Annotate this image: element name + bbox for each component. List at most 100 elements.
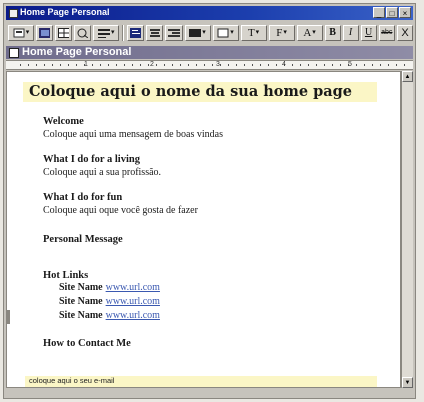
ruler-number: 1	[84, 61, 88, 68]
minimize-button[interactable]: _	[373, 7, 385, 18]
section-title: Personal Message	[43, 234, 123, 245]
ruler-tick	[364, 64, 365, 66]
scroll-up-icon[interactable]: ▲	[402, 71, 413, 82]
maximize-button[interactable]: □	[386, 7, 398, 18]
list-item: Site Name www.url.com	[59, 309, 160, 323]
page-heading-text: Coloque aqui o nome da sua home page	[29, 83, 352, 100]
ruler-tick	[116, 64, 117, 66]
close-button[interactable]: ×	[399, 7, 411, 18]
email-field[interactable]: coloque aqui o seu e-mail	[25, 376, 377, 387]
section-welcome[interactable]: Welcome Coloque aqui uma mensagem de boa…	[43, 116, 223, 140]
font-label: F	[276, 27, 283, 39]
close-document-button[interactable]: X	[397, 25, 413, 41]
list-button[interactable]: ▾	[93, 25, 120, 41]
ruler-tick	[388, 64, 389, 66]
underline-button[interactable]: U	[360, 25, 377, 41]
ruler-number: 2	[150, 61, 154, 68]
scroll-down-icon[interactable]: ▼	[402, 377, 413, 388]
list-item: Site Name www.url.com	[59, 281, 160, 295]
close-label: X	[401, 27, 409, 39]
size-label: A	[303, 27, 312, 39]
site-link[interactable]: www.url.com	[106, 296, 160, 307]
strike-label: abc	[381, 29, 393, 36]
ruler-tick	[276, 64, 277, 66]
app-window: Home Page Personal _ □ × ▾ ▾ ▾ ▾ T ▾ F ▾…	[3, 3, 416, 399]
border-icon	[217, 28, 229, 38]
ruler-tick	[132, 64, 133, 66]
bold-button[interactable]: B	[324, 25, 341, 41]
ruler-tick	[92, 64, 93, 66]
document-title-bar[interactable]: Home Page Personal	[6, 46, 413, 59]
grid-icon	[58, 28, 70, 38]
ruler-tick	[236, 64, 237, 66]
grid-button[interactable]	[55, 25, 73, 41]
section-title: Welcome	[43, 116, 84, 127]
ruler-tick	[372, 64, 373, 66]
section-living[interactable]: What I do for a living Coloque aqui a su…	[43, 154, 161, 178]
section-fun[interactable]: What I do for fun Coloque aqui oque você…	[43, 192, 198, 216]
italic-label: I	[348, 27, 353, 38]
site-link[interactable]: www.url.com	[106, 282, 160, 293]
fill-color-button[interactable]: ▾	[184, 25, 211, 41]
ruler-tick	[172, 64, 173, 66]
ruler-tick	[156, 64, 157, 66]
text-t-label: T	[247, 27, 255, 39]
ruler-tick	[20, 64, 21, 66]
section-body: Coloque aqui a sua profissão.	[43, 167, 162, 178]
style-button[interactable]: ▾	[8, 25, 34, 41]
ruler-number: 4	[282, 61, 286, 68]
section-body: Coloque aqui oque você gosta de fazer	[43, 205, 198, 216]
document-canvas[interactable]: Coloque aqui o nome da sua home page Wel…	[6, 71, 401, 388]
site-name: Site Name	[59, 296, 103, 307]
ruler-tick	[404, 64, 405, 66]
image-button[interactable]	[36, 25, 54, 41]
email-text: coloque aqui o seu e-mail	[29, 376, 115, 385]
border-button[interactable]: ▾	[212, 25, 239, 41]
ruler-tick	[44, 64, 45, 66]
brush-button[interactable]	[74, 25, 92, 41]
italic-button[interactable]: I	[342, 25, 359, 41]
strikethrough-button[interactable]: abc	[378, 25, 395, 41]
align-left-icon	[130, 28, 142, 38]
ruler-tick	[356, 64, 357, 66]
align-left-button[interactable]	[127, 25, 145, 41]
ruler-tick	[188, 64, 189, 66]
ruler-number: 5	[348, 61, 352, 68]
ruler-tick	[164, 64, 165, 66]
list-icon	[98, 29, 111, 38]
margin-marker	[7, 310, 10, 324]
fill-color-icon	[189, 29, 202, 37]
title-bar[interactable]: Home Page Personal _ □ ×	[6, 6, 413, 20]
document-title: Home Page Personal	[22, 46, 132, 58]
ruler-tick	[332, 64, 333, 66]
brush-icon	[77, 28, 89, 38]
ruler-tick	[292, 64, 293, 66]
ruler[interactable]: 1 2 3 4 5	[6, 60, 413, 70]
ruler-tick	[60, 64, 61, 66]
vertical-scrollbar[interactable]: ▲ ▼	[401, 71, 413, 388]
font-button[interactable]: F ▾	[268, 25, 295, 41]
window-title: Home Page Personal	[20, 7, 110, 17]
site-link[interactable]: www.url.com	[106, 310, 160, 321]
ruler-tick	[76, 64, 77, 66]
page-heading[interactable]: Coloque aqui o nome da sua home page	[23, 82, 377, 102]
document-icon	[9, 48, 19, 58]
ruler-tick	[340, 64, 341, 66]
ruler-tick	[28, 64, 29, 66]
app-icon	[9, 9, 18, 18]
text-color-button[interactable]: T ▾	[240, 25, 267, 41]
align-center-button[interactable]	[146, 25, 164, 41]
align-right-icon	[168, 29, 180, 37]
ruler-tick	[140, 64, 141, 66]
ruler-tick	[308, 64, 309, 66]
ruler-tick	[68, 64, 69, 66]
ruler-tick	[204, 64, 205, 66]
font-size-button[interactable]: A ▾	[296, 25, 323, 41]
section-title: What I do for a living	[43, 154, 140, 165]
ruler-tick	[220, 64, 221, 66]
section-personal-message[interactable]: Personal Message	[43, 234, 123, 245]
ruler-tick	[380, 64, 381, 66]
align-right-button[interactable]	[165, 25, 183, 41]
formatting-toolbar: ▾ ▾ ▾ ▾ T ▾ F ▾ A ▾ B I U abc X	[6, 22, 413, 44]
contact-title[interactable]: How to Contact Me	[43, 338, 131, 349]
